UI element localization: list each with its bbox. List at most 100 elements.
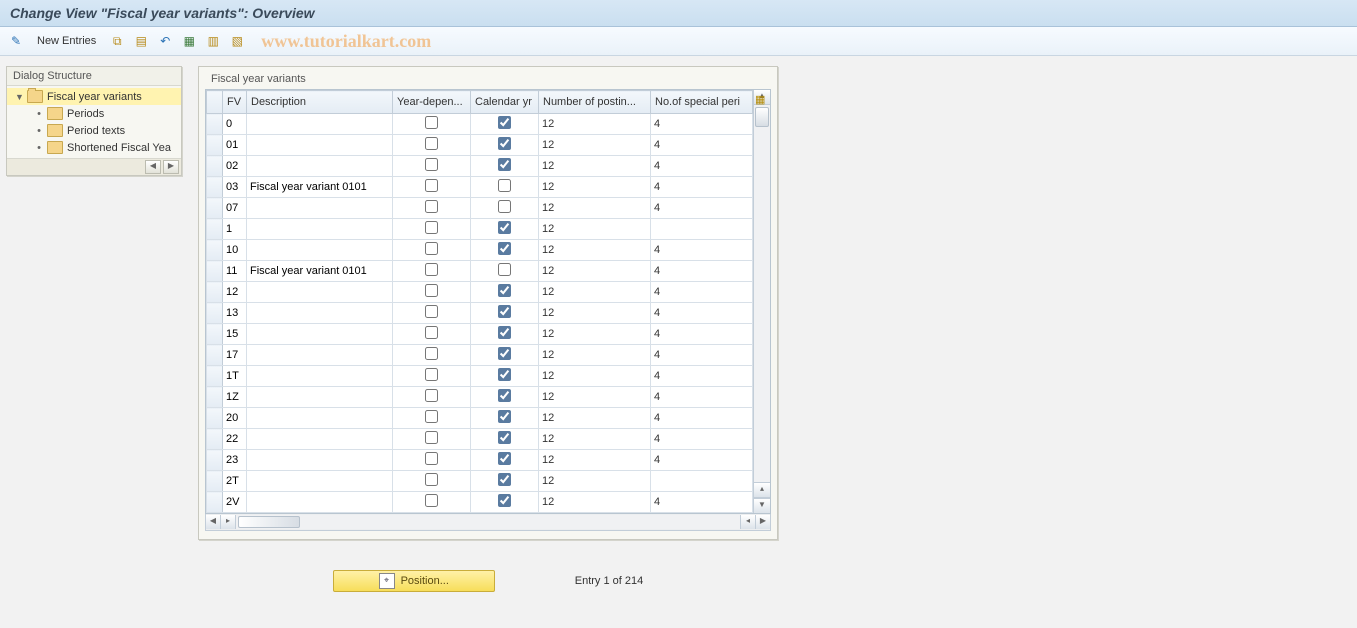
scroll-right-icon[interactable]: ▶ — [755, 515, 770, 529]
row-selector[interactable] — [207, 114, 223, 135]
cell-year-dependent[interactable] — [425, 473, 438, 486]
cell-calendar-year[interactable] — [498, 368, 511, 381]
cell-calendar-year[interactable] — [498, 116, 511, 129]
cell-year-dependent[interactable] — [425, 116, 438, 129]
cell-fv[interactable] — [223, 199, 246, 217]
cell-special-periods[interactable] — [651, 283, 752, 301]
scroll-left-icon[interactable]: ◀ — [206, 515, 221, 529]
cell-number-posting[interactable] — [539, 409, 650, 427]
row-selector[interactable] — [207, 429, 223, 450]
cell-year-dependent[interactable] — [425, 452, 438, 465]
cell-special-periods[interactable] — [651, 346, 752, 364]
cell-description[interactable] — [247, 325, 392, 343]
cell-number-posting[interactable] — [539, 262, 650, 280]
cell-calendar-year[interactable] — [498, 284, 511, 297]
row-selector[interactable] — [207, 261, 223, 282]
cell-number-posting[interactable] — [539, 241, 650, 259]
col-number-posting[interactable]: Number of postin... — [539, 91, 651, 114]
cell-number-posting[interactable] — [539, 283, 650, 301]
cell-fv[interactable] — [223, 451, 246, 469]
cell-description[interactable] — [247, 493, 392, 511]
cell-year-dependent[interactable] — [425, 158, 438, 171]
scroll-left-step-icon[interactable]: ▸ — [221, 515, 236, 529]
cell-calendar-year[interactable] — [498, 347, 511, 360]
cell-number-posting[interactable] — [539, 304, 650, 322]
cell-number-posting[interactable] — [539, 136, 650, 154]
cell-description[interactable] — [247, 451, 392, 469]
deselect-icon[interactable]: ▧ — [227, 31, 247, 51]
cell-description[interactable] — [247, 409, 392, 427]
scroll-left-icon[interactable]: ◀ — [145, 160, 161, 174]
scroll-right-step-icon[interactable]: ◂ — [740, 515, 755, 529]
cell-special-periods[interactable] — [651, 241, 752, 259]
scroll-thumb[interactable] — [755, 107, 769, 127]
row-selector[interactable] — [207, 282, 223, 303]
cell-special-periods[interactable] — [651, 388, 752, 406]
col-description[interactable]: Description — [247, 91, 393, 114]
col-row-selector[interactable] — [207, 91, 223, 114]
table-vertical-scrollbar[interactable]: ▲ ▴ ▼ — [753, 90, 770, 513]
cell-special-periods[interactable] — [651, 325, 752, 343]
cell-calendar-year[interactable] — [498, 263, 511, 276]
cell-number-posting[interactable] — [539, 157, 650, 175]
cell-fv[interactable] — [223, 472, 246, 490]
cell-description[interactable] — [247, 136, 392, 154]
cell-special-periods[interactable] — [651, 115, 752, 133]
cell-description[interactable] — [247, 367, 392, 385]
cell-fv[interactable] — [223, 241, 246, 259]
cell-fv[interactable] — [223, 304, 246, 322]
new-entries-button[interactable]: New Entries — [30, 30, 103, 52]
cell-calendar-year[interactable] — [498, 326, 511, 339]
row-selector[interactable] — [207, 240, 223, 261]
cell-special-periods[interactable] — [651, 199, 752, 217]
cell-fv[interactable] — [223, 409, 246, 427]
cell-number-posting[interactable] — [539, 388, 650, 406]
cell-special-periods[interactable] — [651, 493, 752, 511]
cell-number-posting[interactable] — [539, 367, 650, 385]
scroll-right-icon[interactable]: ▶ — [163, 160, 179, 174]
scroll-small-up-icon[interactable]: ▴ — [754, 482, 770, 498]
cell-description[interactable] — [247, 220, 392, 238]
cell-calendar-year[interactable] — [498, 410, 511, 423]
row-selector[interactable] — [207, 177, 223, 198]
cell-special-periods[interactable] — [651, 136, 752, 154]
row-selector[interactable] — [207, 366, 223, 387]
cell-special-periods[interactable] — [651, 367, 752, 385]
row-selector[interactable] — [207, 156, 223, 177]
select-block-icon[interactable]: ▥ — [203, 31, 223, 51]
cell-fv[interactable] — [223, 346, 246, 364]
cell-year-dependent[interactable] — [425, 389, 438, 402]
cell-calendar-year[interactable] — [498, 137, 511, 150]
cell-year-dependent[interactable] — [425, 494, 438, 507]
col-year-dependent[interactable]: Year-depen... — [393, 91, 471, 114]
row-selector[interactable] — [207, 135, 223, 156]
scroll-down-icon[interactable]: ▼ — [754, 498, 770, 513]
cell-special-periods[interactable] — [651, 430, 752, 448]
tree-node-shortened-fiscal-year[interactable]: • Shortened Fiscal Yea — [7, 139, 181, 156]
cell-calendar-year[interactable] — [498, 179, 511, 192]
cell-special-periods[interactable] — [651, 157, 752, 175]
cell-description[interactable] — [247, 388, 392, 406]
cell-year-dependent[interactable] — [425, 137, 438, 150]
cell-description[interactable] — [247, 346, 392, 364]
cell-year-dependent[interactable] — [425, 221, 438, 234]
hscroll-thumb[interactable] — [238, 516, 300, 528]
tree-node-fiscal-year-variants[interactable]: ▼ Fiscal year variants — [7, 88, 181, 105]
cell-description[interactable] — [247, 241, 392, 259]
row-selector[interactable] — [207, 303, 223, 324]
row-selector[interactable] — [207, 408, 223, 429]
cell-description[interactable] — [247, 115, 392, 133]
cell-description[interactable] — [247, 262, 392, 280]
cell-description[interactable] — [247, 199, 392, 217]
select-all-icon[interactable]: ▦ — [179, 31, 199, 51]
cell-fv[interactable] — [223, 178, 246, 196]
cell-number-posting[interactable] — [539, 493, 650, 511]
cell-fv[interactable] — [223, 262, 246, 280]
cell-fv[interactable] — [223, 493, 246, 511]
tree-node-periods[interactable]: • Periods — [7, 105, 181, 122]
cell-calendar-year[interactable] — [498, 305, 511, 318]
cell-fv[interactable] — [223, 157, 246, 175]
cell-number-posting[interactable] — [539, 220, 650, 238]
row-selector[interactable] — [207, 492, 223, 513]
cell-year-dependent[interactable] — [425, 410, 438, 423]
